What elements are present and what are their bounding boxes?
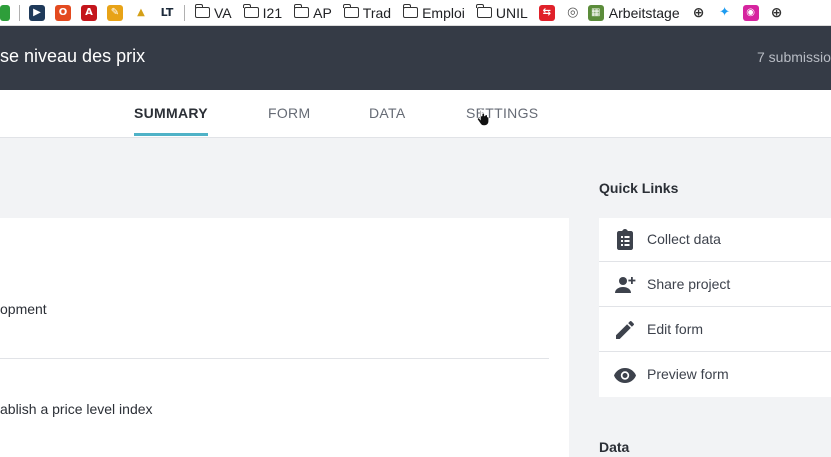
pencil-icon[interactable]: ✎	[107, 4, 123, 21]
extension-icon[interactable]	[0, 4, 10, 21]
bookmark-folder-unil[interactable]: UNIL	[476, 4, 528, 21]
project-tabs: SUMMARY FORM DATA SETTINGS	[0, 90, 831, 138]
deepl-icon[interactable]: ▶	[29, 4, 45, 21]
pdf-icon[interactable]: A	[81, 4, 97, 21]
submissions-count: 7 submissio	[757, 49, 831, 65]
tab-data[interactable]: DATA	[369, 105, 405, 121]
summary-text-row: opment	[0, 301, 47, 317]
quick-link-preview-form[interactable]: Preview form	[599, 353, 831, 397]
bookmark-arbeitstage[interactable]: ▦ Arbeitstage	[587, 4, 680, 21]
basketball-icon[interactable]: ◎	[564, 4, 581, 21]
clipboard-icon	[617, 229, 633, 250]
globe-icon[interactable]: ⊕	[768, 4, 785, 21]
eye-icon	[614, 368, 636, 383]
folder-icon	[194, 4, 210, 18]
project-header: se niveau des prix 7 submissio	[0, 26, 831, 90]
folder-icon	[402, 4, 419, 18]
office-icon[interactable]: O	[55, 4, 71, 21]
quick-link-collect-data[interactable]: Collect data	[599, 218, 831, 262]
transfer-icon[interactable]: ⇆	[538, 4, 555, 21]
folder-icon	[476, 4, 492, 18]
quick-links-list: Collect data Share project Edit form Pre…	[599, 218, 831, 397]
bookmark-separator	[184, 4, 185, 21]
quick-link-label: Collect data	[647, 231, 721, 247]
bookmark-separator	[19, 4, 20, 21]
divider	[0, 358, 549, 359]
project-title: se niveau des prix	[0, 46, 146, 66]
bookmarks-bar: ▶ O A ✎ ▲ LT VA I21 AP Trad Emploi UNIL …	[0, 0, 831, 26]
quick-link-share-project[interactable]: Share project	[599, 263, 831, 307]
quick-link-edit-form[interactable]: Edit form	[599, 308, 831, 352]
folder-icon	[243, 4, 259, 18]
data-section-title: Data	[599, 439, 630, 455]
instagram-icon[interactable]: ◉	[742, 4, 759, 21]
globe-icon[interactable]: ⊕	[690, 4, 707, 21]
calendar-icon: ▦	[587, 4, 604, 21]
bookmark-folder-i21[interactable]: I21	[243, 4, 282, 21]
quick-link-label: Preview form	[647, 366, 729, 382]
quick-links-title: Quick Links	[599, 180, 679, 196]
tab-form[interactable]: FORM	[268, 105, 310, 121]
summary-text-row: ablish a price level index	[0, 401, 153, 417]
cone-icon[interactable]: ▲	[133, 4, 149, 21]
tab-summary[interactable]: SUMMARY	[134, 105, 208, 121]
hand-cursor-icon	[476, 109, 490, 126]
bookmark-folder-va[interactable]: VA	[194, 4, 232, 21]
project-summary-card: opment ablish a price level index	[0, 218, 569, 457]
bookmark-folder-ap[interactable]: AP	[293, 4, 332, 21]
active-tab-indicator	[134, 133, 208, 136]
add-user-icon	[615, 277, 636, 293]
quick-link-label: Edit form	[647, 321, 704, 337]
bookmark-folder-emploi[interactable]: Emploi	[402, 4, 465, 21]
folder-icon	[343, 4, 359, 18]
folder-icon	[293, 4, 310, 18]
quick-link-label: Share project	[647, 276, 731, 292]
pencil-icon	[616, 321, 634, 339]
twitter-icon[interactable]: ✦	[716, 4, 733, 21]
bookmark-folder-trad[interactable]: Trad	[343, 4, 391, 21]
languagetool-icon[interactable]: LT	[159, 4, 175, 21]
